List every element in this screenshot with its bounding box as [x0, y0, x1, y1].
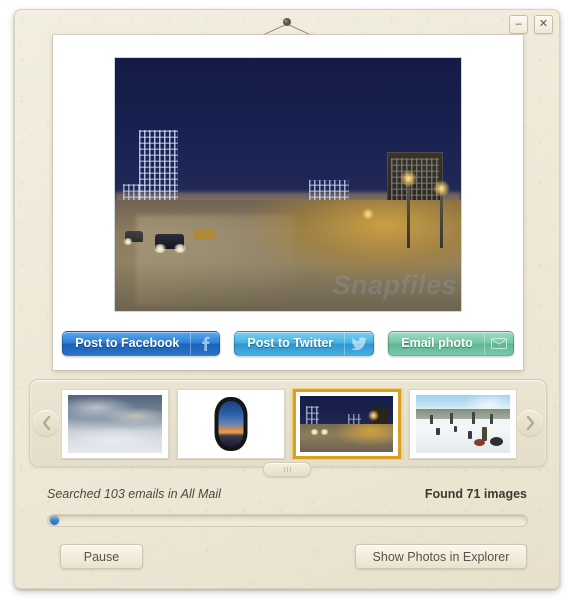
scan-progress-bar: [47, 514, 528, 527]
filmstrip-prev-button[interactable]: [31, 393, 61, 453]
email-button-label: Email photo: [401, 336, 473, 350]
progress-indicator: [50, 516, 59, 525]
thumbnail-item-0[interactable]: [61, 389, 169, 459]
application-window: – ✕ Snapfiles Post to Facebook Post to T…: [14, 9, 560, 589]
show-photos-in-explorer-button[interactable]: Show Photos in Explorer: [355, 544, 527, 569]
thumbnail-filmstrip: [29, 379, 547, 467]
share-buttons: Post to Facebook Post to Twitter Email p…: [53, 331, 523, 356]
photo-panel: Snapfiles Post to Facebook Post to Twitt…: [53, 35, 523, 370]
thumbnail-item-3[interactable]: [409, 389, 517, 459]
facebook-button-label: Post to Facebook: [75, 336, 180, 350]
chevron-right-icon: [517, 410, 543, 436]
photo-taxi: [193, 230, 215, 240]
thumbnail-list: [61, 388, 517, 460]
filmstrip-next-button[interactable]: [515, 393, 545, 453]
photo-lamp-glow-2: [433, 180, 450, 197]
facebook-icon: [190, 332, 219, 355]
chevron-left-icon: [33, 410, 59, 436]
photo-car-headlight-3: [123, 238, 133, 245]
close-button[interactable]: ✕: [534, 15, 553, 34]
photo-car-headlight-1: [153, 244, 167, 253]
twitter-button-label: Post to Twitter: [247, 336, 334, 350]
thumbnail-image-night-city: [299, 395, 395, 453]
search-status-text: Searched 103 emails in All Mail: [47, 487, 221, 501]
post-to-twitter-button[interactable]: Post to Twitter: [234, 331, 375, 356]
thumbnail-image-snow-hill: [415, 395, 510, 453]
email-photo-button[interactable]: Email photo: [388, 331, 514, 356]
status-row: Searched 103 emails in All Mail Found 71…: [47, 487, 527, 501]
filmstrip-resize-grip[interactable]: [263, 462, 311, 477]
thumbnail-item-1[interactable]: [176, 389, 285, 459]
photo-lamp-glow-1: [400, 170, 417, 187]
photo-road-reflection: [135, 214, 295, 306]
thumbnail-image-airplane-window: [214, 397, 248, 451]
found-images-text: Found 71 images: [424, 487, 527, 501]
twitter-bird-icon: [344, 332, 373, 355]
photo-car-headlight-2: [173, 244, 187, 253]
main-photo[interactable]: Snapfiles: [114, 57, 462, 312]
thumbnail-item-2[interactable]: [291, 388, 403, 460]
post-to-facebook-button[interactable]: Post to Facebook: [62, 331, 221, 356]
envelope-icon: [483, 332, 513, 355]
pause-button[interactable]: Pause: [60, 544, 143, 569]
minimize-button[interactable]: –: [509, 15, 528, 34]
thumbnail-image-clouds: [67, 395, 162, 453]
window-controls: – ✕: [509, 15, 553, 34]
photo-lamp-glow-3: [362, 208, 374, 220]
